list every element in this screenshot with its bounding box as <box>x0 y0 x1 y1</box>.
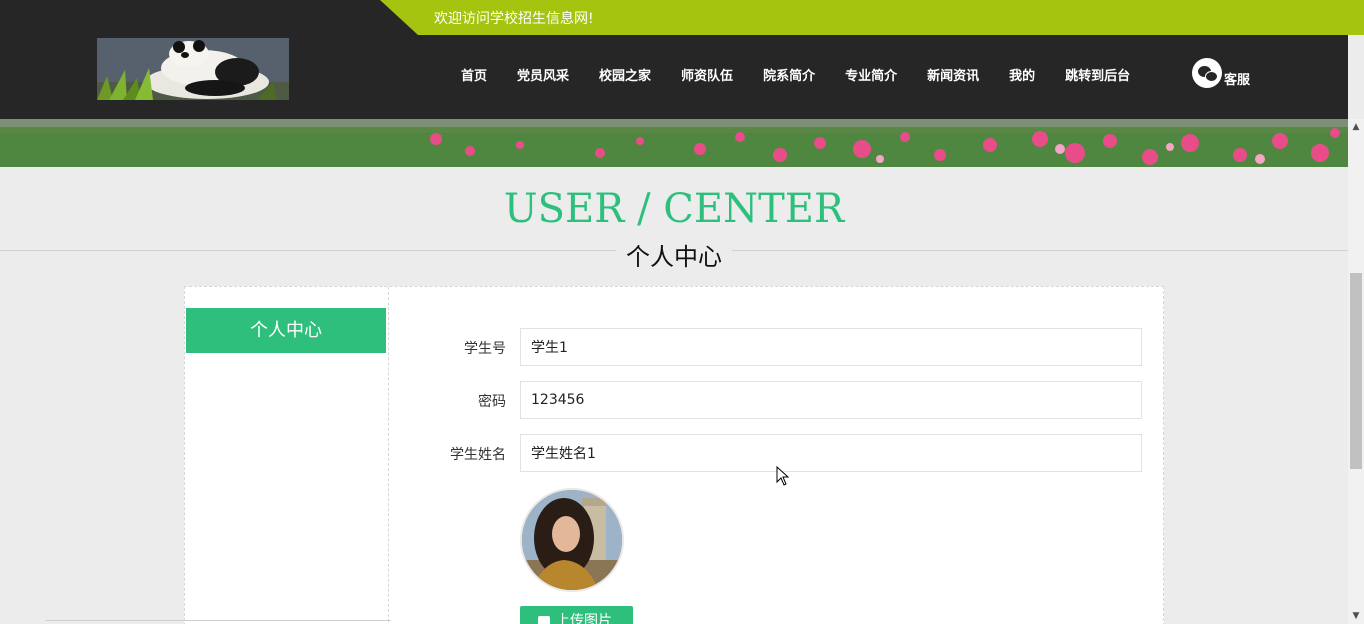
student-name-label: 学生姓名 <box>450 447 506 463</box>
avatar <box>520 488 624 592</box>
avatar-photo <box>522 490 622 590</box>
nav-party-members[interactable]: 党员风采 <box>502 65 584 84</box>
bottom-divider <box>46 620 391 621</box>
site-header: 首页 党员风采 校园之家 师资队伍 院系简介 专业简介 新闻资讯 我的 跳转到后… <box>0 35 1348 119</box>
page-scrollbar[interactable]: ▲ ▼ <box>1348 119 1364 624</box>
student-no-label: 学生号 <box>464 341 506 357</box>
flower-field-image <box>0 119 1348 167</box>
nav-faculty[interactable]: 师资队伍 <box>666 65 748 84</box>
sidebar: 个人中心 <box>185 287 389 624</box>
scroll-down-icon[interactable]: ▼ <box>1348 608 1364 624</box>
nav-mine[interactable]: 我的 <box>994 65 1050 84</box>
banner-image <box>0 119 1348 167</box>
user-center-panel: 个人中心 学生号 密码 学生姓名 上传图片 <box>184 286 1164 624</box>
upload-image-button[interactable]: 上传图片 <box>520 606 633 624</box>
nav-departments[interactable]: 院系简介 <box>748 65 830 84</box>
top-bar: 欢迎访问学校招生信息网! <box>0 0 1364 35</box>
student-name-input[interactable] <box>520 434 1142 472</box>
form-row-student-no: 学生号 <box>390 328 1150 366</box>
customer-service-label: 客服 <box>1224 73 1251 88</box>
nav-news[interactable]: 新闻资讯 <box>912 65 994 84</box>
password-input[interactable] <box>520 381 1142 419</box>
scroll-thumb[interactable] <box>1350 273 1362 469</box>
site-logo[interactable] <box>97 38 289 100</box>
nav-majors[interactable]: 专业简介 <box>830 65 912 84</box>
student-no-input[interactable] <box>520 328 1142 366</box>
sidebar-item-user-center[interactable]: 个人中心 <box>186 308 386 353</box>
form-row-student-name: 学生姓名 <box>390 434 1150 472</box>
page-title-en: USER / CENTER <box>503 186 845 232</box>
customer-service-button[interactable]: 客服 <box>1192 58 1250 88</box>
scroll-up-icon[interactable]: ▲ <box>1348 119 1364 135</box>
camera-icon <box>538 616 550 624</box>
password-label: 密码 <box>478 394 506 410</box>
mouse-cursor-icon <box>776 466 790 486</box>
page-title-cn: 个人中心 <box>616 237 732 272</box>
upload-image-label: 上传图片 <box>556 613 612 624</box>
nav-campus-home[interactable]: 校园之家 <box>584 65 666 84</box>
form-row-password: 密码 <box>390 381 1150 419</box>
nav-home[interactable]: 首页 <box>446 65 502 84</box>
nav-admin[interactable]: 跳转到后台 <box>1050 65 1145 84</box>
wechat-icon <box>1192 58 1222 88</box>
main-nav: 首页 党员风采 校园之家 师资队伍 院系简介 专业简介 新闻资讯 我的 跳转到后… <box>446 65 1145 84</box>
panda-logo-image <box>97 38 289 100</box>
welcome-text: 欢迎访问学校招生信息网! <box>434 11 594 27</box>
